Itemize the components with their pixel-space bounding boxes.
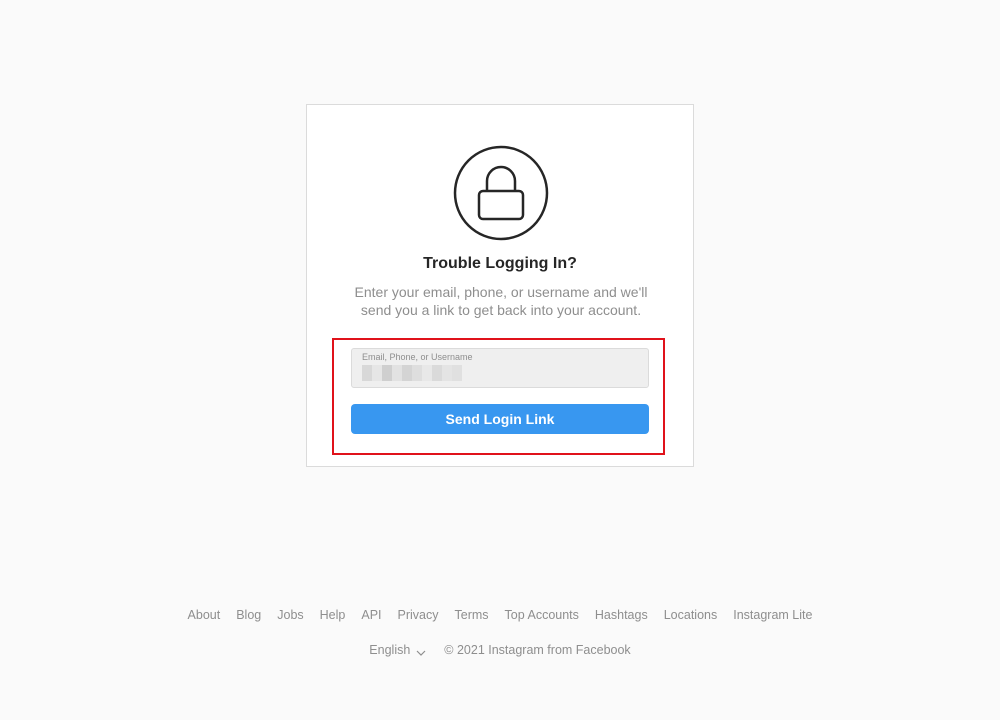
footer-link-hashtags[interactable]: Hashtags bbox=[595, 608, 648, 622]
footer-link-instagram-lite[interactable]: Instagram Lite bbox=[733, 608, 812, 622]
input-label: Email, Phone, or Username bbox=[362, 352, 473, 362]
chevron-down-icon bbox=[416, 646, 426, 656]
send-login-link-button[interactable]: Send Login Link bbox=[351, 404, 649, 434]
email-phone-username-field[interactable]: Email, Phone, or Username bbox=[351, 348, 649, 388]
footer-link-terms[interactable]: Terms bbox=[455, 608, 489, 622]
footer-link-jobs[interactable]: Jobs bbox=[277, 608, 303, 622]
footer-link-blog[interactable]: Blog bbox=[236, 608, 261, 622]
reset-card: Trouble Logging In? Enter your email, ph… bbox=[306, 104, 694, 467]
footer-link-help[interactable]: Help bbox=[320, 608, 346, 622]
language-selector[interactable]: English bbox=[369, 643, 426, 657]
language-label: English bbox=[369, 643, 411, 657]
footer-links: About Blog Jobs Help API Privacy Terms T… bbox=[0, 608, 1000, 622]
instructions-text: Enter your email, phone, or username and… bbox=[354, 284, 648, 318]
copyright-text: © 2021 Instagram from Facebook bbox=[444, 643, 631, 657]
footer-link-locations[interactable]: Locations bbox=[664, 608, 718, 622]
footer-link-api[interactable]: API bbox=[361, 608, 381, 622]
lock-icon bbox=[453, 145, 549, 241]
footer-bottom: English © 2021 Instagram from Facebook bbox=[0, 643, 1000, 657]
footer-link-privacy[interactable]: Privacy bbox=[398, 608, 439, 622]
footer-link-about[interactable]: About bbox=[188, 608, 221, 622]
footer-link-top-accounts[interactable]: Top Accounts bbox=[505, 608, 579, 622]
obscured-input-value bbox=[362, 365, 462, 381]
page-title: Trouble Logging In? bbox=[423, 255, 577, 272]
